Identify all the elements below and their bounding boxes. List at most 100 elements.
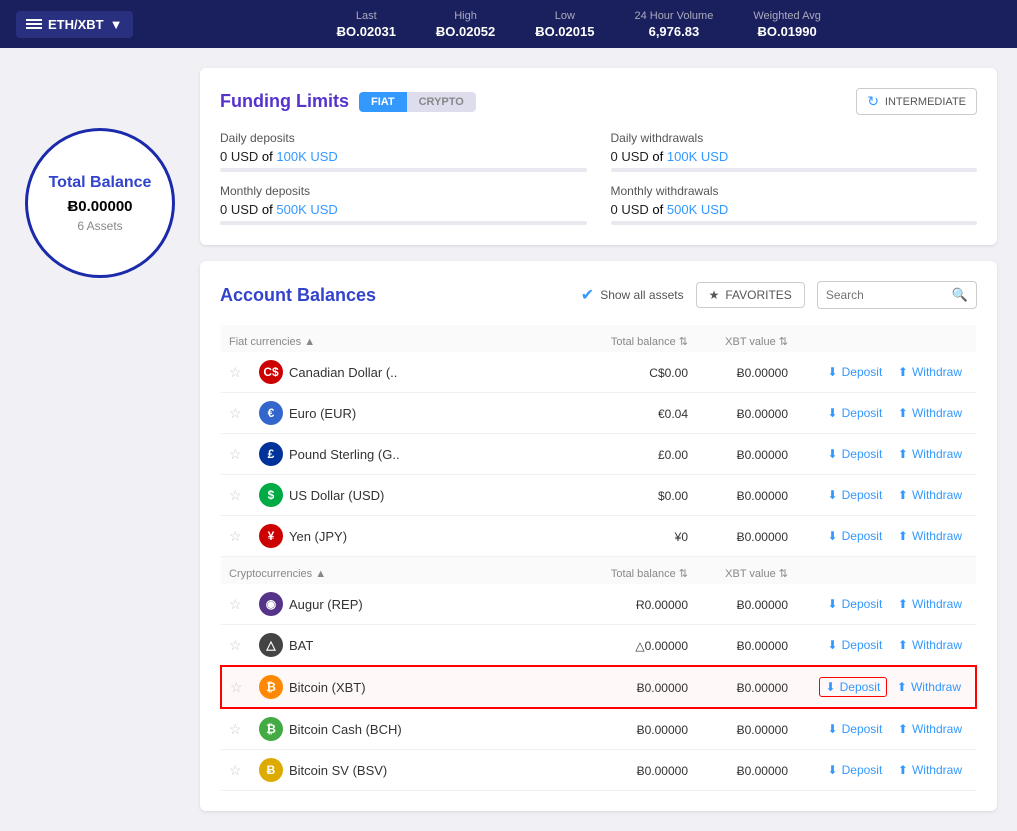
crypto-section-label: Cryptocurrencies ▲	[229, 568, 326, 580]
xbt-usd: Ƀ0.00000	[737, 489, 788, 503]
total-jpy: ¥0	[675, 530, 688, 544]
deposit-bsv[interactable]: ⬇ Deposit	[822, 761, 889, 779]
tab-fiat[interactable]: FIAT	[359, 92, 407, 112]
withdraw-xbt[interactable]: ⬆ Withdraw	[891, 678, 967, 696]
down-arrow-icon: ⬇	[828, 597, 838, 611]
fav-bch[interactable]: ☆	[229, 721, 242, 737]
total-balance-title: Total Balance	[49, 174, 152, 192]
total-balance-circle: Total Balance Ƀ0.00000 6 Assets	[25, 128, 175, 278]
fav-jpy[interactable]: ☆	[229, 528, 242, 544]
daily-deposits-bar-bg	[220, 168, 587, 172]
icon-bsv: Ƀ	[259, 758, 283, 782]
up-arrow-icon: ⬆	[898, 597, 908, 611]
tab-crypto[interactable]: CRYPTO	[407, 92, 476, 112]
icon-cad: C$	[259, 360, 283, 384]
xbt-eur: Ƀ0.00000	[737, 407, 788, 421]
pair-selector[interactable]: ETH/XBT ▼	[16, 11, 133, 38]
stat-24-hour-volume: 24 Hour Volume6,976.83	[634, 10, 713, 39]
xbt-gbp: Ƀ0.00000	[737, 448, 788, 462]
deposit-jpy[interactable]: ⬇ Deposit	[822, 527, 889, 545]
daily-withdrawals-bar-bg	[611, 168, 978, 172]
withdraw-eur[interactable]: ⬆ Withdraw	[892, 404, 968, 422]
name-gbp: Pound Sterling (G..	[289, 447, 400, 462]
monthly-deposits-limit: Monthly deposits 0 USD of 500K USD	[220, 184, 587, 225]
down-arrow-icon: ⬇	[828, 406, 838, 420]
show-all-assets-label[interactable]: ✔ Show all assets	[581, 285, 684, 305]
fav-bsv[interactable]: ☆	[229, 762, 242, 778]
row-gbp: ☆ £ Pound Sterling (G.. £0.00 Ƀ0.00000 ⬇…	[221, 434, 976, 475]
deposit-cad[interactable]: ⬇ Deposit	[822, 363, 889, 381]
total-rep: Ɍ0.00000	[636, 598, 688, 612]
up-arrow-icon: ⬆	[898, 447, 908, 461]
deposit-gbp[interactable]: ⬇ Deposit	[822, 445, 889, 463]
down-arrow-icon: ⬇	[826, 680, 836, 694]
xbt-cad: Ƀ0.00000	[737, 366, 788, 380]
account-balances-title: Account Balances	[220, 285, 569, 306]
deposit-rep[interactable]: ⬇ Deposit	[822, 595, 889, 613]
total-bsv: Ƀ0.00000	[637, 764, 688, 778]
row-cad: ☆ C$ Canadian Dollar (.. C$0.00 Ƀ0.00000…	[221, 352, 976, 393]
withdraw-usd[interactable]: ⬆ Withdraw	[892, 486, 968, 504]
fav-usd[interactable]: ☆	[229, 487, 242, 503]
row-jpy: ☆ ¥ Yen (JPY) ¥0 Ƀ0.00000 ⬇ Deposit ⬆ Wi…	[221, 516, 976, 557]
xbt-bat: Ƀ0.00000	[737, 639, 788, 653]
deposit-bat[interactable]: ⬇ Deposit	[822, 636, 889, 654]
up-arrow-icon: ⬆	[898, 722, 908, 736]
fav-xbt[interactable]: ☆	[230, 679, 243, 695]
monthly-withdrawals-value: 0 USD of 500K USD	[611, 202, 978, 217]
withdraw-bsv[interactable]: ⬆ Withdraw	[892, 761, 968, 779]
funding-limits-card: Funding Limits FIAT CRYPTO ↻ INTERMEDIAT…	[200, 68, 997, 245]
withdraw-bch[interactable]: ⬆ Withdraw	[892, 720, 968, 738]
fav-eur[interactable]: ☆	[229, 405, 242, 421]
deposit-eur[interactable]: ⬇ Deposit	[822, 404, 889, 422]
chart-icon	[26, 19, 42, 29]
funding-limits-title: Funding Limits	[220, 91, 349, 112]
icon-xbt: ₿	[259, 675, 283, 699]
withdraw-rep[interactable]: ⬆ Withdraw	[892, 595, 968, 613]
up-arrow-icon: ⬆	[897, 680, 907, 694]
name-rep: Augur (REP)	[289, 597, 363, 612]
deposit-bch[interactable]: ⬇ Deposit	[822, 720, 889, 738]
intermediate-label: INTERMEDIATE	[885, 96, 966, 108]
fiat-section-header: Fiat currencies ▲ Total balance ⇅ XBT va…	[221, 325, 976, 352]
up-arrow-icon: ⬆	[898, 488, 908, 502]
name-bch: Bitcoin Cash (BCH)	[289, 722, 402, 737]
favorites-button[interactable]: ★ FAVORITES	[696, 282, 805, 308]
main-content: Total Balance Ƀ0.00000 6 Assets Funding …	[0, 48, 1017, 831]
name-cad: Canadian Dollar (..	[289, 365, 397, 380]
search-box[interactable]: 🔍	[817, 281, 977, 309]
fiat-section-label: Fiat currencies ▲	[229, 336, 315, 348]
xbt-xbt: Ƀ0.00000	[737, 681, 788, 695]
withdraw-gbp[interactable]: ⬆ Withdraw	[892, 445, 968, 463]
fav-cad[interactable]: ☆	[229, 364, 242, 380]
intermediate-button[interactable]: ↻ INTERMEDIATE	[856, 88, 977, 115]
name-xbt: Bitcoin (XBT)	[289, 680, 366, 695]
down-arrow-icon: ⬇	[828, 722, 838, 736]
icon-eur: €	[259, 401, 283, 425]
fiat-crypto-tabs[interactable]: FIAT CRYPTO	[359, 92, 476, 112]
daily-withdrawals-limit: Daily withdrawals 0 USD of 100K USD	[611, 131, 978, 172]
icon-bch: ₿	[259, 717, 283, 741]
deposit-usd[interactable]: ⬇ Deposit	[822, 486, 889, 504]
withdraw-cad[interactable]: ⬆ Withdraw	[892, 363, 968, 381]
search-input[interactable]	[826, 288, 946, 302]
star-icon: ★	[709, 288, 720, 302]
deposit-xbt[interactable]: ⬇ Deposit	[819, 677, 888, 697]
total-eur: €0.04	[658, 407, 688, 421]
withdraw-jpy[interactable]: ⬆ Withdraw	[892, 527, 968, 545]
balances-header: Account Balances ✔ Show all assets ★ FAV…	[220, 281, 977, 309]
fav-bat[interactable]: ☆	[229, 637, 242, 653]
total-bat: △0.00000	[635, 639, 688, 653]
row-usd: ☆ $ US Dollar (USD) $0.00 Ƀ0.00000 ⬇ Dep…	[221, 475, 976, 516]
account-balances-card: Account Balances ✔ Show all assets ★ FAV…	[200, 261, 997, 811]
fav-rep[interactable]: ☆	[229, 596, 242, 612]
top-bar: ETH/XBT ▼ LastɃO.02031HighɃO.02052LowɃO.…	[0, 0, 1017, 48]
name-eur: Euro (EUR)	[289, 406, 356, 421]
icon-rep: ◉	[259, 592, 283, 616]
total-xbt: Ƀ0.00000	[637, 681, 688, 695]
withdraw-bat[interactable]: ⬆ Withdraw	[892, 636, 968, 654]
total-gbp: £0.00	[658, 448, 688, 462]
row-bch: ☆ ₿ Bitcoin Cash (BCH) Ƀ0.00000 Ƀ0.00000…	[221, 708, 976, 750]
daily-deposits-limit: Daily deposits 0 USD of 100K USD	[220, 131, 587, 172]
fav-gbp[interactable]: ☆	[229, 446, 242, 462]
